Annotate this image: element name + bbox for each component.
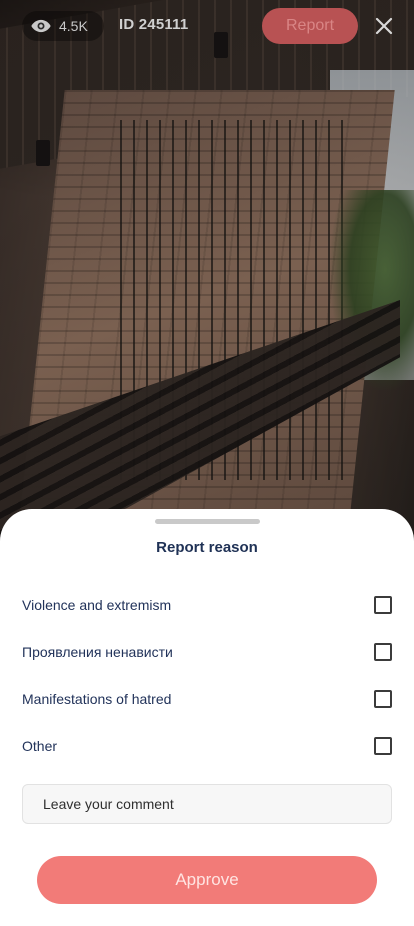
views-counter: 4.5K	[22, 11, 104, 41]
reason-checkbox[interactable]	[374, 596, 392, 614]
reason-option-hatred[interactable]: Manifestations of hatred	[22, 686, 394, 712]
reason-label: Other	[22, 738, 58, 754]
reason-checkbox[interactable]	[374, 737, 392, 755]
top-bar: 4.5K ID 245111 Report	[0, 0, 414, 54]
reason-option-hate-ru[interactable]: Проявления ненависти	[22, 639, 394, 665]
reason-option-other[interactable]: Other	[22, 733, 394, 759]
sheet-title: Report reason	[156, 539, 258, 556]
reason-checkbox[interactable]	[374, 690, 392, 708]
eye-icon	[31, 19, 51, 33]
reason-checkbox[interactable]	[374, 643, 392, 661]
approve-button[interactable]: Approve	[37, 856, 377, 904]
comment-input[interactable]	[22, 784, 392, 824]
report-button[interactable]: Report	[262, 8, 358, 44]
background-photo	[0, 0, 414, 560]
content-id: ID 245111	[119, 16, 189, 33]
reason-label: Проявления ненависти	[22, 644, 173, 660]
close-icon[interactable]	[373, 15, 395, 37]
reason-label: Violence and extremism	[22, 597, 172, 613]
views-count: 4.5K	[59, 18, 88, 34]
sheet-drag-handle[interactable]	[155, 519, 260, 524]
reason-label: Manifestations of hatred	[22, 691, 172, 707]
reason-option-violence[interactable]: Violence and extremism	[22, 592, 394, 618]
report-bottom-sheet: Report reason Violence and extremism Про…	[0, 509, 414, 926]
ceiling-lamp	[36, 140, 50, 166]
